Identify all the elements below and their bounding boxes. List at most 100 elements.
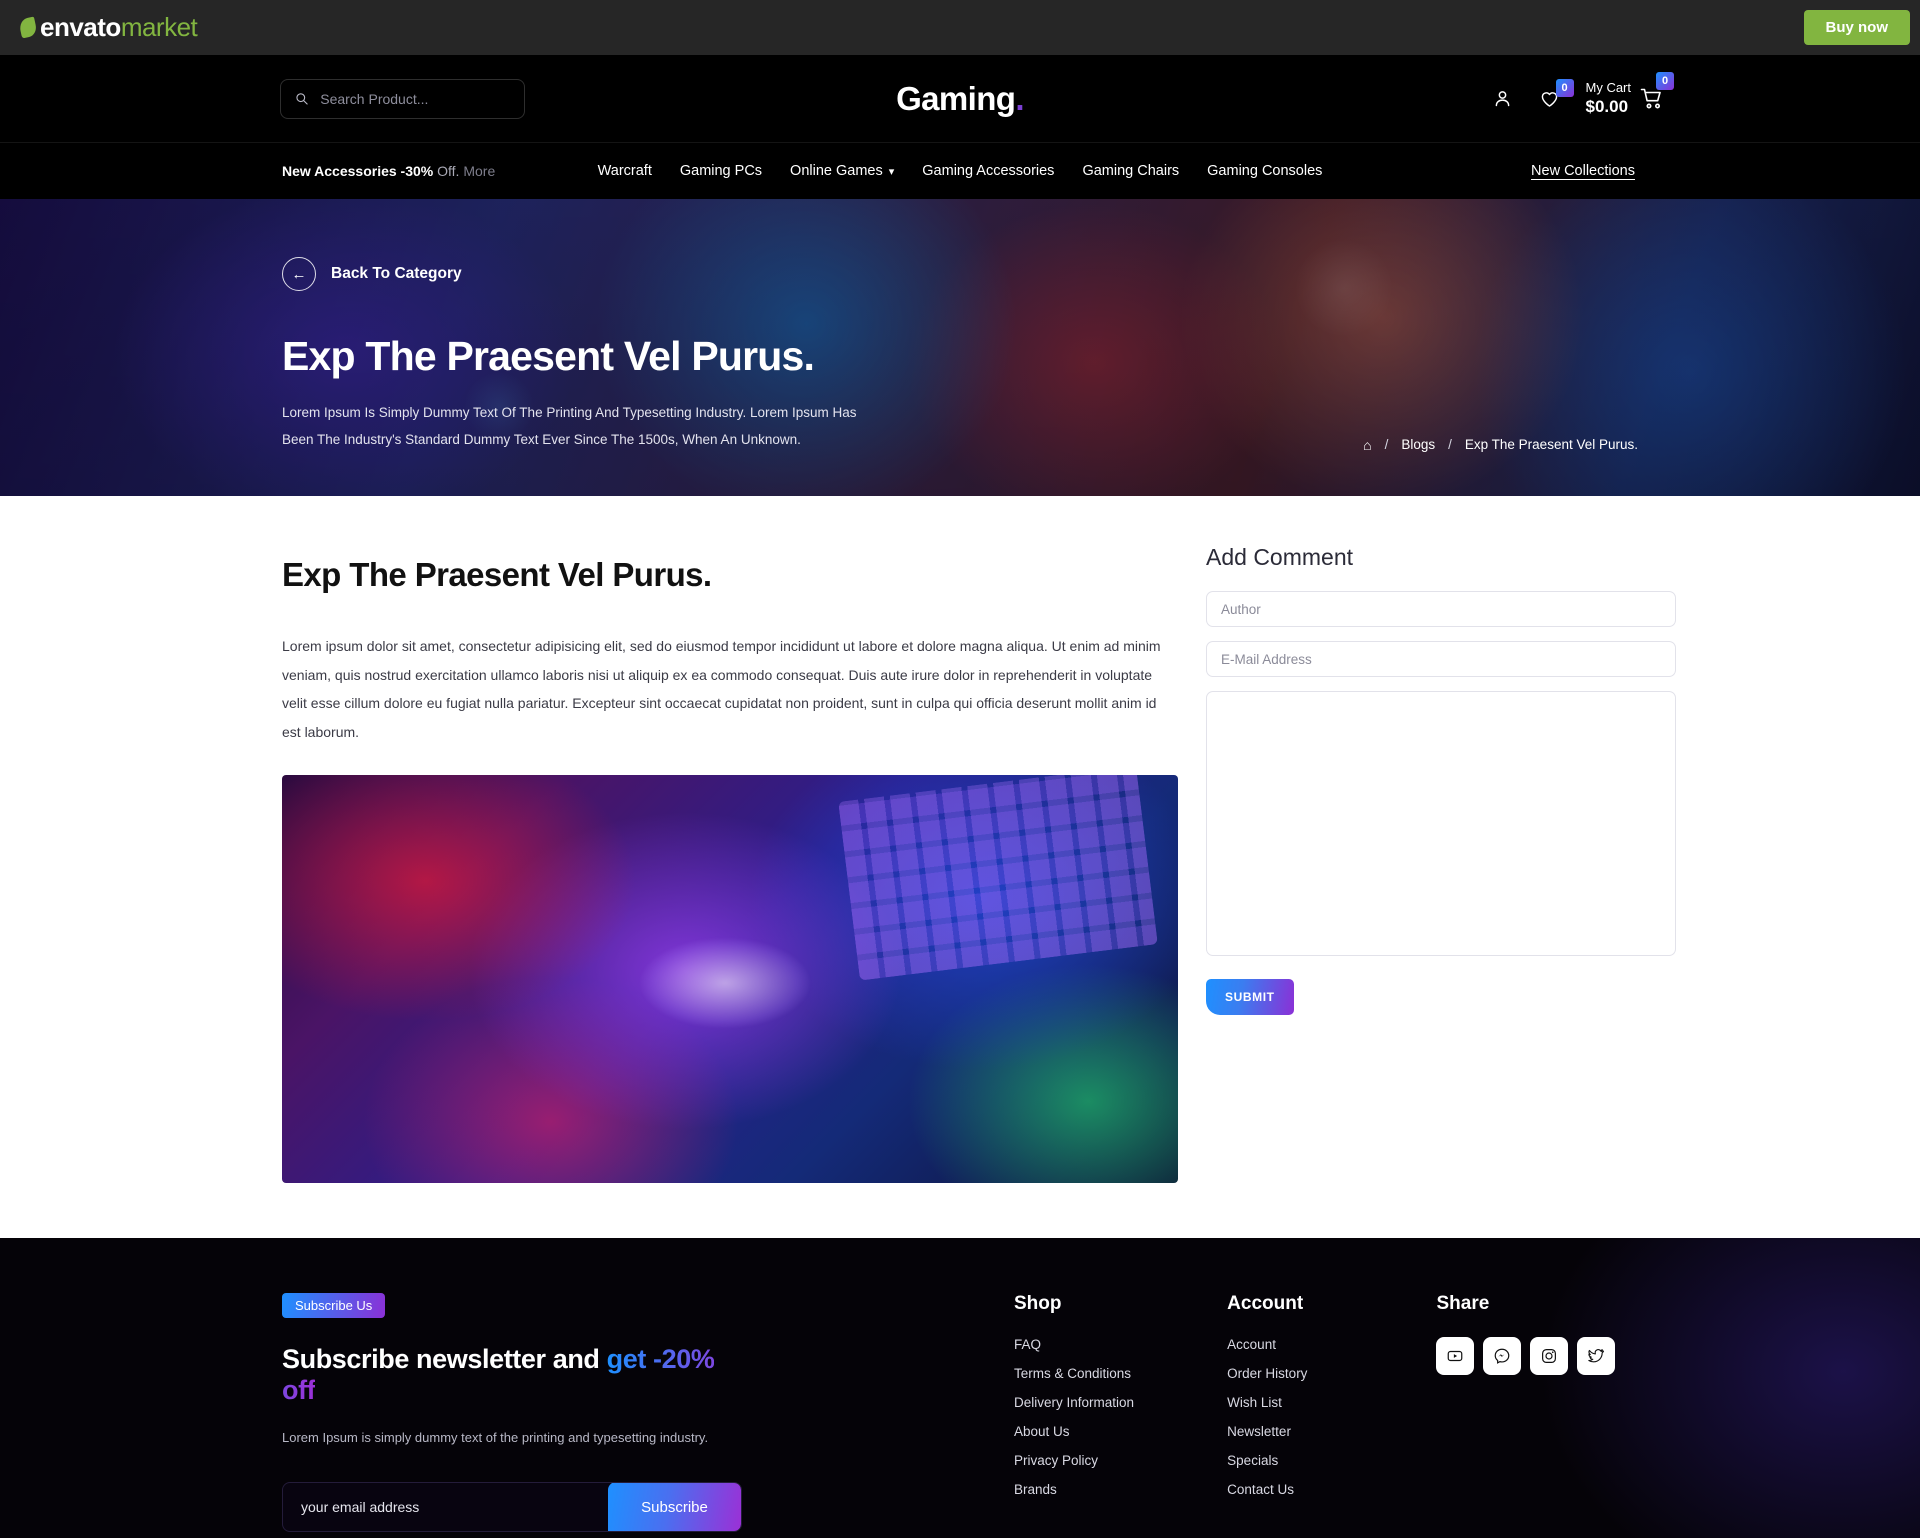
cart-label: My Cart (1585, 79, 1632, 95)
cart-text: My Cart $0.00 (1586, 80, 1632, 118)
messenger-icon[interactable] (1483, 1337, 1522, 1375)
twitter-glyph (1588, 1349, 1605, 1363)
footer-link-about-us[interactable]: About Us (1014, 1424, 1227, 1439)
footer-subscribe-column: Subscribe Us Subscribe newsletter and ge… (282, 1293, 742, 1532)
breadcrumb-separator: / (1448, 437, 1452, 452)
email-input[interactable] (1206, 641, 1676, 677)
hero-title: Exp The Praesent Vel Purus. (282, 333, 815, 379)
footer-share-column: Share (1436, 1293, 1638, 1532)
nav-label: Gaming Consoles (1207, 163, 1323, 179)
article-title: Exp The Praesent Vel Purus. (282, 556, 712, 593)
article: Exp The Praesent Vel Purus. Lorem ipsum … (282, 538, 1178, 1238)
promo-more-link[interactable]: More (463, 163, 495, 179)
subscribe-form: Subscribe (282, 1482, 742, 1532)
nav-item-gaming-accessories[interactable]: Gaming Accessories (922, 163, 1054, 179)
nav-label: Gaming Accessories (922, 163, 1055, 179)
nav-item-gaming-pcs[interactable]: Gaming PCs (680, 163, 762, 179)
nav-item-gaming-chairs[interactable]: Gaming Chairs (1082, 163, 1179, 179)
instagram-glyph (1542, 1349, 1557, 1363)
nav-label: Warcraft (597, 163, 652, 179)
comment-textarea[interactable] (1206, 691, 1676, 956)
footer-columns: Subscribe Us Subscribe newsletter and ge… (282, 1293, 1638, 1532)
nav-label: Gaming PCs (679, 163, 763, 179)
promo-banner[interactable]: New Accessories -30% Off. More (282, 163, 495, 179)
nav-label: Online Games (790, 163, 883, 179)
brand-name: Gaming (896, 79, 1016, 117)
back-to-category-button[interactable]: ← Back To Category (282, 257, 1920, 291)
search-box[interactable] (280, 78, 525, 119)
subscribe-headline-plain: Subscribe newsletter and (282, 1344, 607, 1374)
footer-link-contact-us[interactable]: Contact Us (1227, 1482, 1436, 1497)
breadcrumb-current: Exp The Praesent Vel Purus. (1464, 437, 1638, 452)
breadcrumb: ⌂ / Blogs / Exp The Praesent Vel Purus. (1363, 437, 1638, 452)
home-icon[interactable]: ⌂ (1363, 438, 1371, 452)
nav-links: Warcraft Gaming PCs Online Games ▾ Gamin… (598, 163, 1323, 179)
main-content: Exp The Praesent Vel Purus. Lorem ipsum … (0, 496, 1920, 1238)
envato-logo-white: envato (40, 12, 121, 42)
add-comment-title: Add Comment (1206, 544, 1354, 570)
account-button[interactable] (1492, 88, 1513, 109)
subscribe-badge: Subscribe Us (282, 1293, 386, 1318)
social-links (1436, 1337, 1638, 1375)
youtube-icon[interactable] (1436, 1337, 1475, 1375)
cart-count-badge: 0 (1656, 71, 1674, 90)
youtube-glyph (1448, 1350, 1463, 1362)
envato-market-bar: envato market Buy now (0, 0, 1920, 55)
footer-share-heading: Share (1436, 1293, 1490, 1314)
chevron-down-icon: ▾ (888, 165, 895, 178)
article-body: Lorem ipsum dolor sit amet, consectetur … (282, 638, 1161, 741)
footer-link-faq[interactable]: FAQ (1014, 1337, 1227, 1352)
new-collections-link[interactable]: New Collections (1531, 163, 1635, 179)
footer-account-heading: Account (1227, 1293, 1304, 1314)
wishlist-button[interactable]: 0 (1539, 78, 1574, 109)
instagram-icon[interactable] (1530, 1337, 1569, 1375)
nav-label: Gaming Chairs (1082, 163, 1180, 179)
buy-now-button[interactable]: Buy now (1803, 10, 1910, 45)
breadcrumb-item-blogs[interactable]: Blogs (1401, 437, 1435, 452)
envato-market-logo: envato market (18, 12, 198, 43)
author-input[interactable] (1206, 591, 1676, 627)
footer-account-column: Account Account Order History Wish List … (1227, 1293, 1436, 1532)
footer-link-brands[interactable]: Brands (1014, 1482, 1227, 1497)
wishlist-count-badge: 0 (1555, 78, 1574, 97)
subscribe-note: Lorem Ipsum is simply dummy text of the … (282, 1430, 709, 1445)
submit-comment-button[interactable]: SUBMIT (1206, 979, 1294, 1015)
arrow-left-icon: ← (282, 257, 316, 291)
promo-bold-text: New Accessories -30% (282, 163, 434, 179)
footer-link-newsletter[interactable]: Newsletter (1227, 1424, 1436, 1439)
envato-logo-green: market (120, 12, 198, 42)
search-input[interactable] (320, 90, 510, 107)
messenger-glyph (1495, 1348, 1510, 1364)
breadcrumb-separator: / (1384, 437, 1389, 452)
footer-shop-column: Shop FAQ Terms & Conditions Delivery Inf… (1014, 1293, 1227, 1532)
nav-item-gaming-consoles[interactable]: Gaming Consoles (1207, 163, 1322, 179)
nav-item-warcraft[interactable]: Warcraft (598, 163, 652, 179)
brand-logo[interactable]: Gaming. (896, 80, 1024, 118)
envato-leaf-icon (18, 16, 38, 39)
article-image (282, 774, 1178, 1183)
main-navigation: New Accessories -30% Off. More Warcraft … (0, 142, 1920, 199)
cart-icon (1640, 88, 1661, 108)
hero-content: ← Back To Category Exp The Praesent Vel … (0, 199, 1920, 453)
nav-item-online-games[interactable]: Online Games ▾ (790, 163, 894, 179)
subscribe-email-input[interactable] (283, 1499, 608, 1515)
user-icon (1495, 91, 1509, 107)
footer-link-order-history[interactable]: Order History (1227, 1366, 1436, 1381)
cart-total: $0.00 (1585, 97, 1629, 116)
search-icon (296, 93, 308, 105)
twitter-icon[interactable] (1577, 1337, 1616, 1375)
footer-link-wish-list[interactable]: Wish List (1227, 1395, 1436, 1410)
subscribe-button[interactable]: Subscribe (608, 1483, 741, 1531)
hero-banner: ← Back To Category Exp The Praesent Vel … (0, 199, 1920, 496)
site-footer: Subscribe Us Subscribe newsletter and ge… (0, 1238, 1920, 1538)
back-to-category-label: Back To Category (331, 265, 462, 282)
cart-button[interactable]: My Cart $0.00 0 (1586, 71, 1674, 118)
footer-link-terms-conditions[interactable]: Terms & Conditions (1014, 1366, 1227, 1381)
footer-link-specials[interactable]: Specials (1227, 1453, 1436, 1468)
footer-link-privacy-policy[interactable]: Privacy Policy (1014, 1453, 1227, 1468)
hero-description: Lorem Ipsum Is Simply Dummy Text Of The … (282, 405, 857, 447)
footer-link-account[interactable]: Account (1227, 1337, 1436, 1352)
brand-dot: . (1015, 79, 1024, 117)
footer-link-delivery-information[interactable]: Delivery Information (1014, 1395, 1227, 1410)
site-header: Gaming. 0 My Cart $0.00 0 (0, 55, 1920, 142)
